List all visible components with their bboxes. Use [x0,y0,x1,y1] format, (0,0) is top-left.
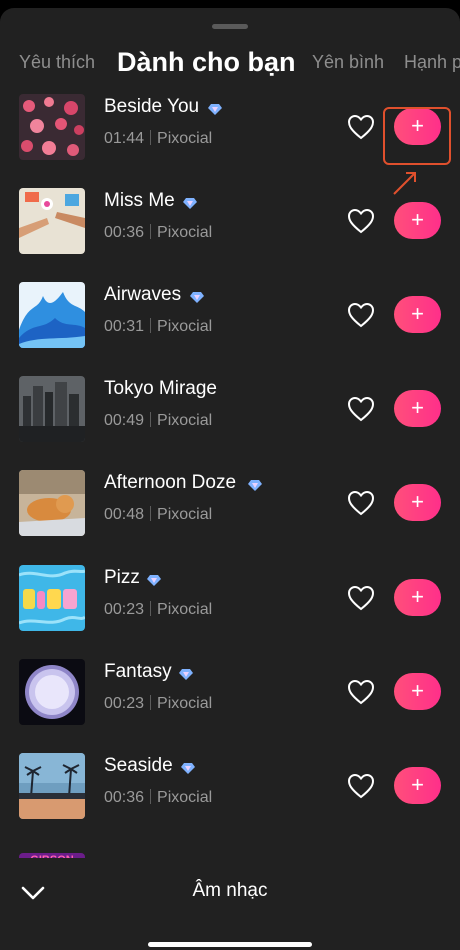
heart-icon[interactable] [347,585,375,611]
add-track-button[interactable]: + [394,202,441,239]
heart-icon[interactable] [347,773,375,799]
heart-icon[interactable] [347,208,375,234]
track-cover [19,376,85,442]
add-track-button[interactable]: + [394,579,441,616]
premium-diamond-icon [147,575,161,586]
track-title: Miss Me [104,190,175,211]
track-meta: 00:36 Pixocial [104,224,212,242]
premium-diamond-icon [190,292,204,303]
track-title: Tokyo Mirage [104,378,217,399]
heart-icon[interactable] [347,396,375,422]
add-track-button[interactable]: + [394,484,441,521]
home-indicator [148,942,312,947]
track-title: Afternoon Doze [104,472,237,493]
track-meta: 00:36 Pixocial [104,789,212,807]
track-duration: 00:23 [104,695,145,712]
tab-peaceful[interactable]: Yên bình [312,42,384,82]
track-row[interactable]: Afternoon Doze 00:48 Pixocial + [0,470,460,564]
track-meta: 00:23 Pixocial [104,695,212,713]
heart-icon[interactable] [347,490,375,516]
track-cover [19,470,85,536]
track-title: Fantasy [104,661,172,682]
track-row[interactable]: Tokyo Mirage 00:49 Pixocial + [0,376,460,470]
track-meta: 00:49 Pixocial [104,412,212,430]
track-artist: Pixocial [157,412,213,429]
premium-diamond-icon [208,104,222,115]
track-artist: Pixocial [157,789,213,806]
track-artist: Pixocial [157,318,213,335]
track-artist: Pixocial [157,224,213,241]
track-title: Beside You [104,96,200,117]
track-cover [19,188,85,254]
track-title: Airwaves [104,284,182,305]
track-duration: 01:44 [104,130,145,147]
track-cover [19,282,85,348]
premium-diamond-icon [248,480,262,491]
track-duration: 00:36 [104,224,145,241]
track-duration: 00:48 [104,506,145,523]
premium-diamond-icon [181,763,195,774]
track-artist: Pixocial [157,695,213,712]
tab-for-you[interactable]: Dành cho bạn [117,42,296,82]
track-meta: 00:48 Pixocial [104,506,212,524]
track-meta: 00:31 Pixocial [104,318,212,336]
highlight-box [383,107,451,165]
track-row[interactable]: Seaside 00:36 Pixocial + [0,753,460,847]
track-artist: Pixocial [157,601,213,618]
tab-happy[interactable]: Hạnh phúc [404,42,460,82]
track-duration: 00:23 [104,601,145,618]
track-cover [19,753,85,819]
add-track-button[interactable]: + [394,673,441,710]
track-cover [19,94,85,160]
track-artist: Pixocial [157,506,213,523]
track-row[interactable]: Pizz 00:23 Pixocial + [0,565,460,659]
category-tabs: Yêu thích Dành cho bạn Yên bình Hạnh phú… [0,42,460,82]
track-row[interactable]: Miss Me 00:36 Pixocial + [0,188,460,282]
bottom-bar: Âm nhạc [0,858,460,950]
track-row[interactable]: Fantasy 00:23 Pixocial + [0,659,460,753]
track-duration: 00:31 [104,318,145,335]
track-meta: 00:23 Pixocial [104,601,212,619]
track-duration: 00:49 [104,412,145,429]
premium-diamond-icon [179,669,193,680]
premium-diamond-icon [183,198,197,209]
add-track-button[interactable]: + [394,767,441,804]
tab-favorites[interactable]: Yêu thích [19,42,95,82]
track-meta: 01:44 Pixocial [104,130,212,148]
track-cover [19,659,85,725]
heart-icon[interactable] [347,679,375,705]
heart-icon[interactable] [347,114,375,140]
add-track-button[interactable]: + [394,296,441,333]
track-artist: Pixocial [157,130,213,147]
track-cover [19,565,85,631]
track-row[interactable]: Airwaves 00:31 Pixocial + [0,282,460,376]
sheet-grabber[interactable] [212,24,248,29]
sheet-title: Âm nhạc [192,880,268,901]
track-title: Pizz [104,567,140,588]
music-sheet: Yêu thích Dành cho bạn Yên bình Hạnh phú… [0,8,460,950]
track-duration: 00:36 [104,789,145,806]
add-track-button[interactable]: + [394,390,441,427]
track-title: Seaside [104,755,173,776]
pointer-arrow-icon [393,172,416,195]
heart-icon[interactable] [347,302,375,328]
